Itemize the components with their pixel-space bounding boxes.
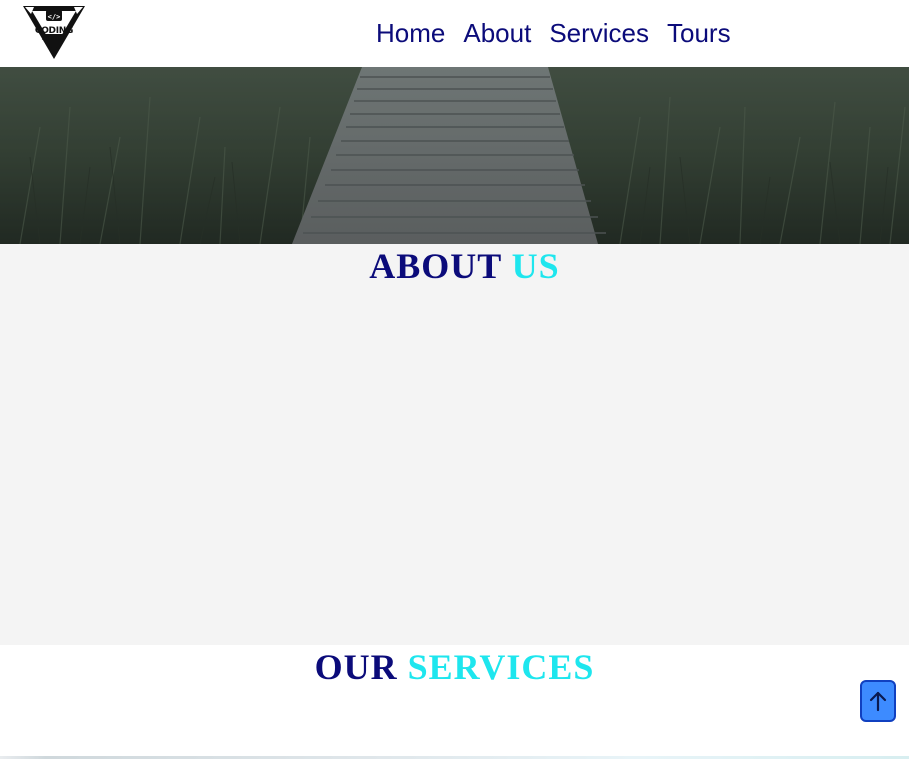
services-section: OUR SERVICES	[0, 645, 909, 759]
arrow-up-icon	[869, 691, 887, 712]
services-title-part2: SERVICES	[407, 647, 595, 687]
nav-link-home[interactable]: Home	[376, 14, 445, 52]
about-title: ABOUT US	[10, 246, 909, 286]
hero-boardwalk-image	[0, 67, 909, 244]
scroll-to-top-button[interactable]	[860, 680, 896, 722]
services-title: OUR SERVICES	[0, 647, 909, 687]
nav-link-about[interactable]: About	[463, 14, 531, 52]
hero-banner	[0, 67, 909, 244]
navbar: </> CODING ADDICT Home About Services To…	[0, 0, 909, 67]
svg-text:</>: </>	[48, 13, 61, 21]
services-title-part1: OUR	[314, 647, 398, 687]
about-title-part2: US	[511, 246, 560, 286]
site-logo[interactable]: </> CODING ADDICT	[22, 4, 86, 60]
logo-subtext: ADDICT	[41, 36, 67, 41]
nav-link-services[interactable]: Services	[549, 14, 649, 52]
about-title-part1: ABOUT	[369, 246, 502, 286]
about-section: ABOUT US	[0, 244, 909, 645]
main-nav: Home About Services Tours	[376, 14, 749, 52]
logo-text: CODING	[34, 26, 74, 36]
nav-link-tours[interactable]: Tours	[667, 14, 731, 52]
